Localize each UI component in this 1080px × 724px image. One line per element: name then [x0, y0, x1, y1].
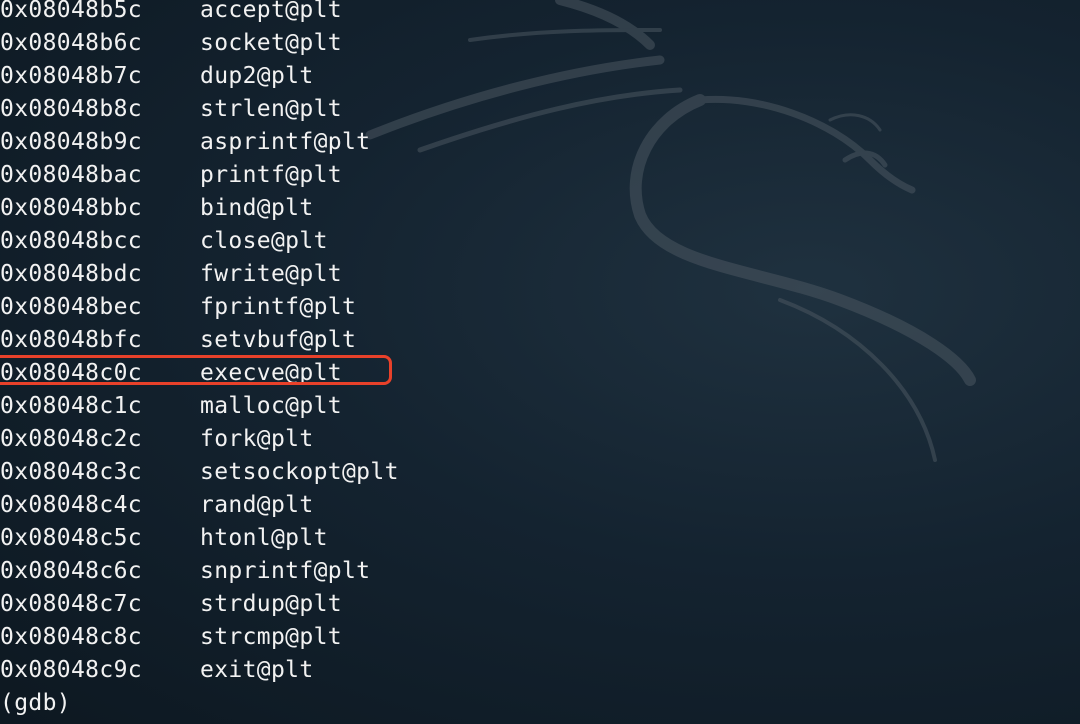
entry-symbol: bind@plt — [200, 195, 314, 221]
entry-symbol: accept@plt — [200, 0, 342, 23]
entry-address: 0x08048bfc — [0, 327, 142, 353]
entry-symbol: fork@plt — [200, 426, 314, 452]
entry-address: 0x08048bec — [0, 294, 142, 320]
entry-address: 0x08048bbc — [0, 195, 142, 221]
entry-address: 0x08048c8c — [0, 624, 142, 650]
entry-symbol: fwrite@plt — [200, 261, 342, 287]
entry-address: 0x08048b8c — [0, 96, 142, 122]
entry-symbol: malloc@plt — [200, 393, 342, 419]
entry-symbol: rand@plt — [200, 492, 314, 518]
entry-address: 0x08048c4c — [0, 492, 142, 518]
entry-address: 0x08048c9c — [0, 657, 142, 683]
entry-address: 0x08048b7c — [0, 63, 142, 89]
entry-symbol: strlen@plt — [200, 96, 342, 122]
entry-address: 0x08048c5c — [0, 525, 142, 551]
entry-address: 0x08048bdc — [0, 261, 142, 287]
entry-symbol: close@plt — [200, 228, 328, 254]
entry-address: 0x08048c7c — [0, 591, 142, 617]
gdb-terminal-output: 0x08048b5c accept@plt 0x08048b6c socket@pl… — [0, 0, 1080, 724]
entry-address: 0x08048bac — [0, 162, 142, 188]
entry-address: 0x08048c3c — [0, 459, 142, 485]
entry-address: 0x08048b5c — [0, 0, 142, 23]
entry-address: 0x08048c6c — [0, 558, 142, 584]
entry-address: 0x08048b6c — [0, 30, 142, 56]
execve-highlight-box — [0, 355, 392, 385]
entry-symbol: asprintf@plt — [200, 129, 371, 155]
entry-symbol: dup2@plt — [200, 63, 314, 89]
entry-symbol: setvbuf@plt — [200, 327, 357, 353]
entry-symbol: strcmp@plt — [200, 624, 342, 650]
entry-symbol: htonl@plt — [200, 525, 328, 551]
entry-symbol: setsockopt@plt — [200, 459, 399, 485]
entry-symbol: exit@plt — [200, 657, 314, 683]
entry-address: 0x08048bcc — [0, 228, 142, 254]
entry-symbol: strdup@plt — [200, 591, 342, 617]
entry-symbol: printf@plt — [200, 162, 342, 188]
entry-symbol: socket@plt — [200, 30, 342, 56]
gdb-prompt[interactable]: (gdb) — [0, 687, 71, 720]
entry-address: 0x08048c1c — [0, 393, 142, 419]
entry-symbol: fprintf@plt — [200, 294, 357, 320]
entry-address: 0x08048b9c — [0, 129, 142, 155]
entry-symbol: snprintf@plt — [200, 558, 371, 584]
entry-address: 0x08048c2c — [0, 426, 142, 452]
